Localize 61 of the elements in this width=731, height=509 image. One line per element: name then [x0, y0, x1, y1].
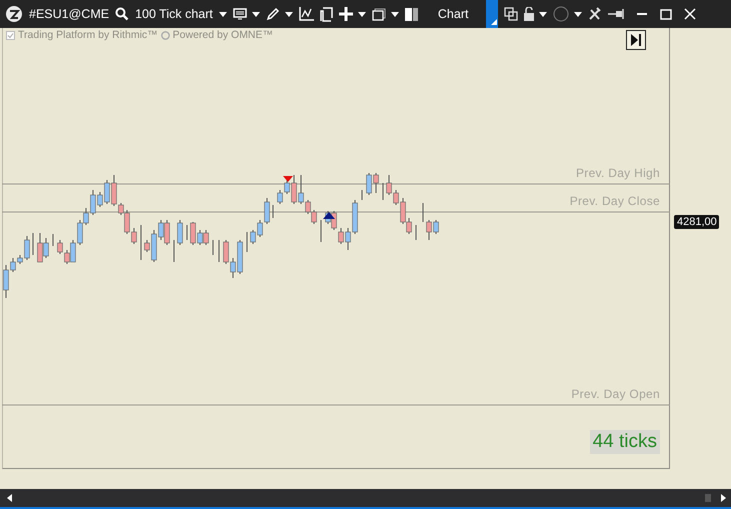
- tick-counter: 44 ticks: [590, 430, 660, 454]
- maximize-icon[interactable]: [660, 8, 672, 20]
- monitor-icon: [232, 8, 247, 20]
- app-logo-icon[interactable]: [5, 5, 23, 23]
- window-title: Chart: [438, 7, 468, 21]
- caret-icon: [284, 12, 293, 16]
- window-icon: [372, 8, 386, 20]
- add-menu[interactable]: [338, 7, 366, 21]
- lock-menu[interactable]: [524, 7, 548, 21]
- pencil-icon: [266, 7, 280, 21]
- lock-icon: [524, 7, 534, 21]
- down-triangle-icon: [283, 176, 293, 182]
- candlestick: [140, 224, 142, 260]
- scroll-right-icon[interactable]: [721, 494, 726, 502]
- drawing-tool-menu[interactable]: [266, 7, 293, 21]
- link-windows-icon[interactable]: [504, 7, 518, 21]
- up-triangle-icon: [323, 212, 335, 219]
- chart-type-dropdown[interactable]: 100 Tick chart: [135, 7, 227, 21]
- reference-line-label: Prev. Day High: [576, 166, 660, 180]
- caret-icon: [539, 12, 548, 16]
- candlestick: [320, 220, 322, 242]
- corner-indicator[interactable]: [486, 0, 498, 28]
- candlestick: [246, 232, 248, 252]
- caret-icon: [218, 12, 227, 16]
- scroll-left-icon[interactable]: [7, 494, 12, 502]
- scroll-to-end-button[interactable]: [626, 30, 646, 50]
- candlestick: [186, 224, 188, 240]
- line-chart-icon[interactable]: [298, 7, 314, 21]
- candlestick: [218, 240, 220, 262]
- symbol-button[interactable]: #ESU1@CME: [29, 7, 110, 21]
- window-menu[interactable]: [372, 8, 399, 20]
- page-icon[interactable]: [320, 6, 333, 22]
- caret-icon: [574, 12, 582, 16]
- reference-line-label: Prev. Day Open: [571, 387, 660, 401]
- plus-icon: [338, 7, 353, 21]
- candlestick: [272, 204, 274, 218]
- columns-icon[interactable]: [404, 8, 418, 20]
- pin-icon[interactable]: [608, 9, 624, 19]
- circle-icon: [553, 6, 570, 22]
- skip-to-end-icon: [631, 34, 641, 46]
- color-menu[interactable]: [553, 6, 582, 22]
- candlestick: [212, 240, 214, 256]
- search-icon[interactable]: [115, 7, 130, 21]
- candlestick: [32, 232, 34, 256]
- reference-line-label: Prev. Day Close: [570, 194, 660, 208]
- scrollbar-thumb[interactable]: [705, 494, 711, 502]
- candlestick: [52, 234, 54, 246]
- close-icon[interactable]: [684, 8, 696, 20]
- caret-icon: [390, 12, 399, 16]
- candlestick: [422, 202, 424, 222]
- branding-text: Powered by OMNE™: [172, 29, 274, 41]
- candlestick: [177, 220, 183, 246]
- caret-icon: [252, 12, 260, 16]
- candlestick: [382, 182, 384, 200]
- last-price-label: 4281,00: [674, 215, 719, 229]
- tools-icon[interactable]: [588, 7, 602, 21]
- caret-icon: [358, 12, 366, 16]
- checkbox-icon: [6, 30, 15, 40]
- display-menu[interactable]: [232, 8, 260, 20]
- branding-text: Trading Platform by Rithmic™: [18, 29, 158, 41]
- ring-icon: [160, 30, 170, 40]
